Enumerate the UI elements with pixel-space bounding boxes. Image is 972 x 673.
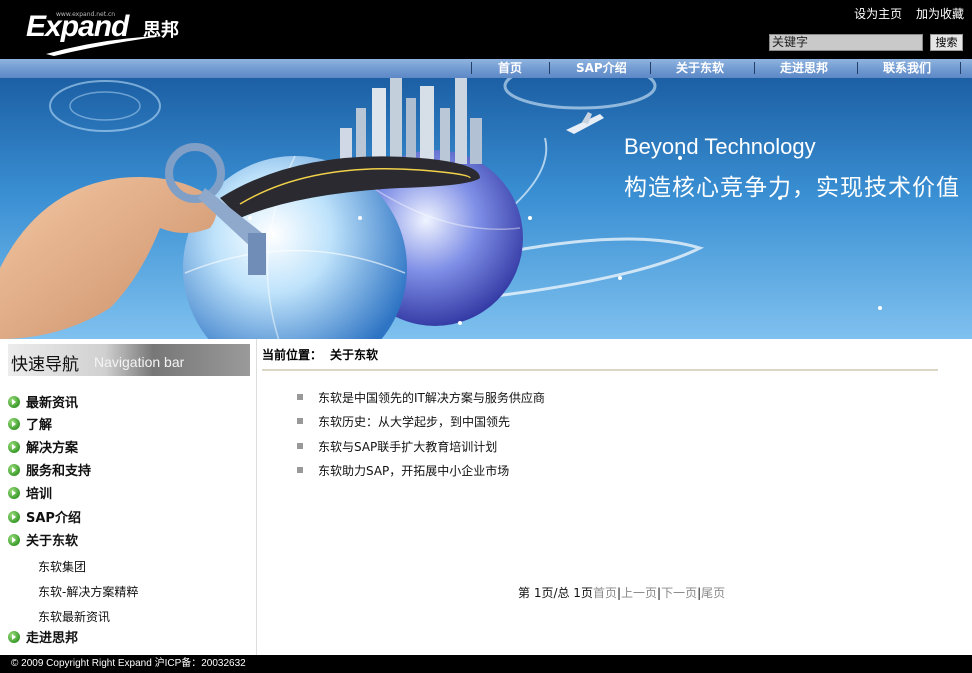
- sidebar-item-sap[interactable]: SAP介绍: [8, 511, 81, 527]
- page-info: 第 1页/总 1页: [518, 586, 593, 600]
- nav-separator: [857, 62, 858, 74]
- list-item[interactable]: 东软历史：从大学起步，到中国领先: [297, 415, 510, 429]
- first-page-link[interactable]: 首页: [593, 586, 617, 600]
- set-homepage-link[interactable]: 设为主页: [854, 7, 902, 21]
- add-favorite-link[interactable]: 加为收藏: [916, 7, 964, 21]
- sidebar-item-about[interactable]: 了解: [8, 418, 52, 434]
- square-bullet-icon: [297, 443, 303, 449]
- logo[interactable]: www.expand.net.cn Expand 思邦: [26, 8, 186, 58]
- top-links: 设为主页 加为收藏: [844, 5, 964, 22]
- sidebar-item-label: 解决方案: [26, 441, 79, 456]
- sidebar-subitem-solutions[interactable]: 东软-解决方案精粹: [38, 585, 138, 599]
- article-title[interactable]: 东软助力SAP，开拓展中小企业市场: [318, 464, 509, 478]
- logo-swoosh-icon: [46, 36, 162, 56]
- sidebar-item-news[interactable]: 最新资讯: [8, 396, 78, 412]
- nav-item-home[interactable]: 首页: [498, 60, 522, 77]
- hero-banner: Beyond Technology 构造核心竞争力，实现技术价值: [0, 78, 972, 339]
- list-item[interactable]: 东软助力SAP，开拓展中小企业市场: [297, 464, 509, 478]
- footer-copyright: © 2009 Copyright Right Expand 沪ICP备：2003…: [0, 655, 972, 673]
- nav-item-sap[interactable]: SAP介绍: [576, 60, 627, 77]
- nav-item-about[interactable]: 关于东软: [676, 60, 724, 77]
- nav-separator: [650, 62, 651, 74]
- sidebar-item-neusoft[interactable]: 关于东软: [8, 534, 78, 550]
- arrow-bullet-icon: [8, 511, 20, 523]
- header: www.expand.net.cn Expand 思邦 设为主页 加为收藏 关键…: [0, 0, 972, 59]
- sidebar-title-cn: 快速导航: [11, 355, 79, 375]
- banner-tagline-cn: 构造核心竞争力，实现技术价值: [624, 175, 960, 201]
- sidebar-title-en: Navigation bar: [94, 354, 185, 370]
- prev-page-link[interactable]: 上一页: [621, 586, 657, 600]
- sidebar-item-label: 培训: [26, 487, 53, 502]
- article-title[interactable]: 东软是中国领先的IT解决方案与服务供应商: [318, 391, 545, 405]
- arrow-bullet-icon: [8, 487, 20, 499]
- main-nav: 首页 SAP介绍 关于东软 走进思邦 联系我们: [0, 59, 972, 78]
- last-page-link[interactable]: 尾页: [701, 586, 725, 600]
- search-input[interactable]: 关键字: [769, 34, 923, 51]
- sidebar-subitem-group[interactable]: 东软集团: [38, 560, 86, 574]
- sidebar-item-services[interactable]: 服务和支持: [8, 464, 91, 480]
- arrow-bullet-icon: [8, 534, 20, 546]
- nav-item-contact[interactable]: 联系我们: [883, 60, 931, 77]
- search-button[interactable]: 搜索: [930, 34, 963, 51]
- banner-tagline-en: Beyond Technology: [624, 134, 816, 159]
- list-item[interactable]: 东软与SAP联手扩大教育培训计划: [297, 440, 497, 454]
- sidebar-item-training[interactable]: 培训: [8, 487, 52, 503]
- sidebar-item-label: 服务和支持: [26, 464, 92, 479]
- square-bullet-icon: [297, 418, 303, 424]
- arrow-bullet-icon: [8, 441, 20, 453]
- page: www.expand.net.cn Expand 思邦 设为主页 加为收藏 关键…: [0, 0, 972, 673]
- square-bullet-icon: [297, 394, 303, 400]
- nav-separator: [960, 62, 961, 74]
- sidebar-item-solutions[interactable]: 解决方案: [8, 441, 78, 457]
- sidebar-subitem-news[interactable]: 东软最新资讯: [38, 610, 110, 624]
- arrow-bullet-icon: [8, 396, 20, 408]
- nav-separator: [471, 62, 472, 74]
- pagination: 第 1页/总 1页首页|上一页|下一页|尾页: [518, 586, 726, 600]
- square-bullet-icon: [297, 467, 303, 473]
- sidebar-item-label: 关于东软: [26, 534, 79, 549]
- breadcrumb-current: 关于东软: [330, 348, 379, 362]
- arrow-bullet-icon: [8, 418, 20, 430]
- sidebar: 快速导航 Navigation bar 最新资讯 了解 解决方案 服务和支持 培…: [0, 339, 257, 655]
- sidebar-item-label: 了解: [26, 418, 53, 433]
- sidebar-item-label: 最新资讯: [26, 396, 79, 411]
- banner-illustration: [0, 78, 882, 339]
- list-item[interactable]: 东软是中国领先的IT解决方案与服务供应商: [297, 391, 545, 405]
- article-title[interactable]: 东软与SAP联手扩大教育培训计划: [318, 440, 497, 454]
- breadcrumb-divider: [262, 369, 938, 371]
- arrow-bullet-icon: [8, 464, 20, 476]
- next-page-link[interactable]: 下一页: [661, 586, 697, 600]
- sidebar-header: 快速导航 Navigation bar: [8, 344, 250, 376]
- nav-item-expand[interactable]: 走进思邦: [780, 60, 828, 77]
- sidebar-item-expand[interactable]: 走进思邦: [8, 631, 78, 647]
- sidebar-item-label: SAP介绍: [26, 511, 81, 526]
- breadcrumb: 当前位置： 关于东软: [262, 346, 378, 363]
- nav-separator: [754, 62, 755, 74]
- arrow-bullet-icon: [8, 631, 20, 643]
- nav-separator: [549, 62, 550, 74]
- sidebar-item-label: 走进思邦: [26, 631, 79, 646]
- article-title[interactable]: 东软历史：从大学起步，到中国领先: [318, 415, 510, 429]
- breadcrumb-label: 当前位置：: [262, 348, 323, 362]
